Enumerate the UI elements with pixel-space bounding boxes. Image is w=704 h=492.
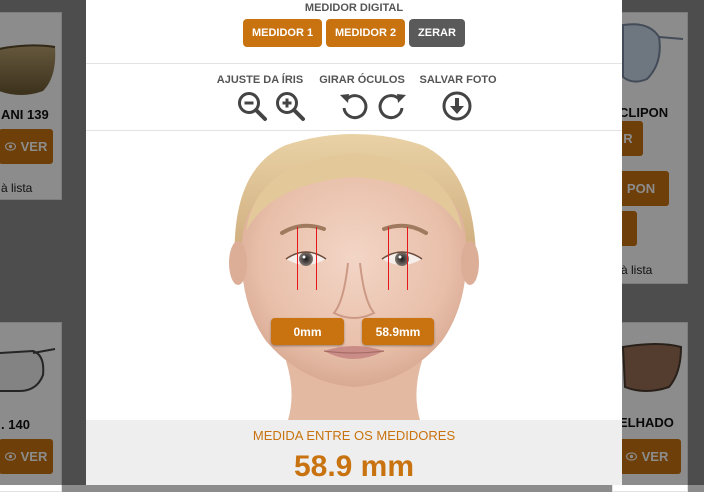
measurer-2-value[interactable]: 58.9mm [362,318,434,345]
right-iris-marker-line-inner[interactable] [388,227,389,290]
product-glasses-image [622,23,684,83]
zoom-out-icon[interactable] [236,90,268,122]
product-title: CLIPON [619,105,669,120]
product-view-label: VER [20,139,48,154]
product-card-left-bottom: . 140 VER [0,322,62,492]
product-view-button[interactable]: VER [0,129,53,164]
face-photo: 0mm 58.9mm [86,131,622,420]
iris-adjust-label: AJUSTE DA ÍRIS [216,74,304,86]
product-glasses-image [621,343,683,392]
download-icon[interactable] [441,90,473,122]
zerar-button[interactable]: ZERAR [409,19,465,47]
product-card-left-top: ANI 139 VER à lista [0,12,62,200]
product-view-label: VER [641,449,669,464]
result-value: 58.9 mm [293,450,415,483]
product-card-right-top: CLIPON R PON à lista [612,12,688,284]
divider [86,63,622,64]
product-glasses-image [0,44,56,95]
product-view-button[interactable]: VER [613,439,681,474]
left-iris-marker-line-outer[interactable] [297,227,298,290]
rotate-glasses-label: GIRAR ÓCULOS [319,74,405,86]
add-to-list-link[interactable]: à lista [1,181,32,195]
face-image [229,134,479,420]
product-title: ELHADO [619,415,674,430]
rotate-left-icon[interactable] [338,90,370,122]
add-to-list-link[interactable]: à lista [621,263,652,277]
medidor-2-button[interactable]: MEDIDOR 2 [326,19,405,47]
product-card-right-bottom: ELHADO VER [612,322,688,492]
modal-title: MEDIDOR DIGITAL [304,2,404,14]
product-view-label: R [623,131,633,146]
product-glasses-image [0,348,56,392]
left-iris-marker-line-inner[interactable] [316,227,317,290]
save-photo-label: SALVAR FOTO [419,74,497,86]
right-iris-marker-line-outer[interactable] [407,227,408,290]
result-label: MEDIDA ENTRE OS MEDIDORES [252,428,456,443]
product-view-label: VER [20,449,48,464]
medidor-1-button[interactable]: MEDIDOR 1 [243,19,322,47]
measurer-1-value[interactable]: 0mm [271,318,344,345]
eye-icon [4,142,16,151]
product-title: . 140 [1,417,30,432]
digital-measurer-modal: MEDIDOR DIGITAL MEDIDOR 1 MEDIDOR 2 ZERA… [86,0,622,485]
result-panel: MEDIDA ENTRE OS MEDIDORES 58.9 mm [86,420,622,485]
rotate-right-icon[interactable] [376,90,408,122]
product-view-button[interactable]: VER [0,439,53,474]
zoom-in-icon[interactable] [274,90,306,122]
eye-icon [4,452,16,461]
product-title: ANI 139 [1,107,49,122]
product-clipon-label: PON [626,181,656,196]
eye-icon [625,452,637,461]
